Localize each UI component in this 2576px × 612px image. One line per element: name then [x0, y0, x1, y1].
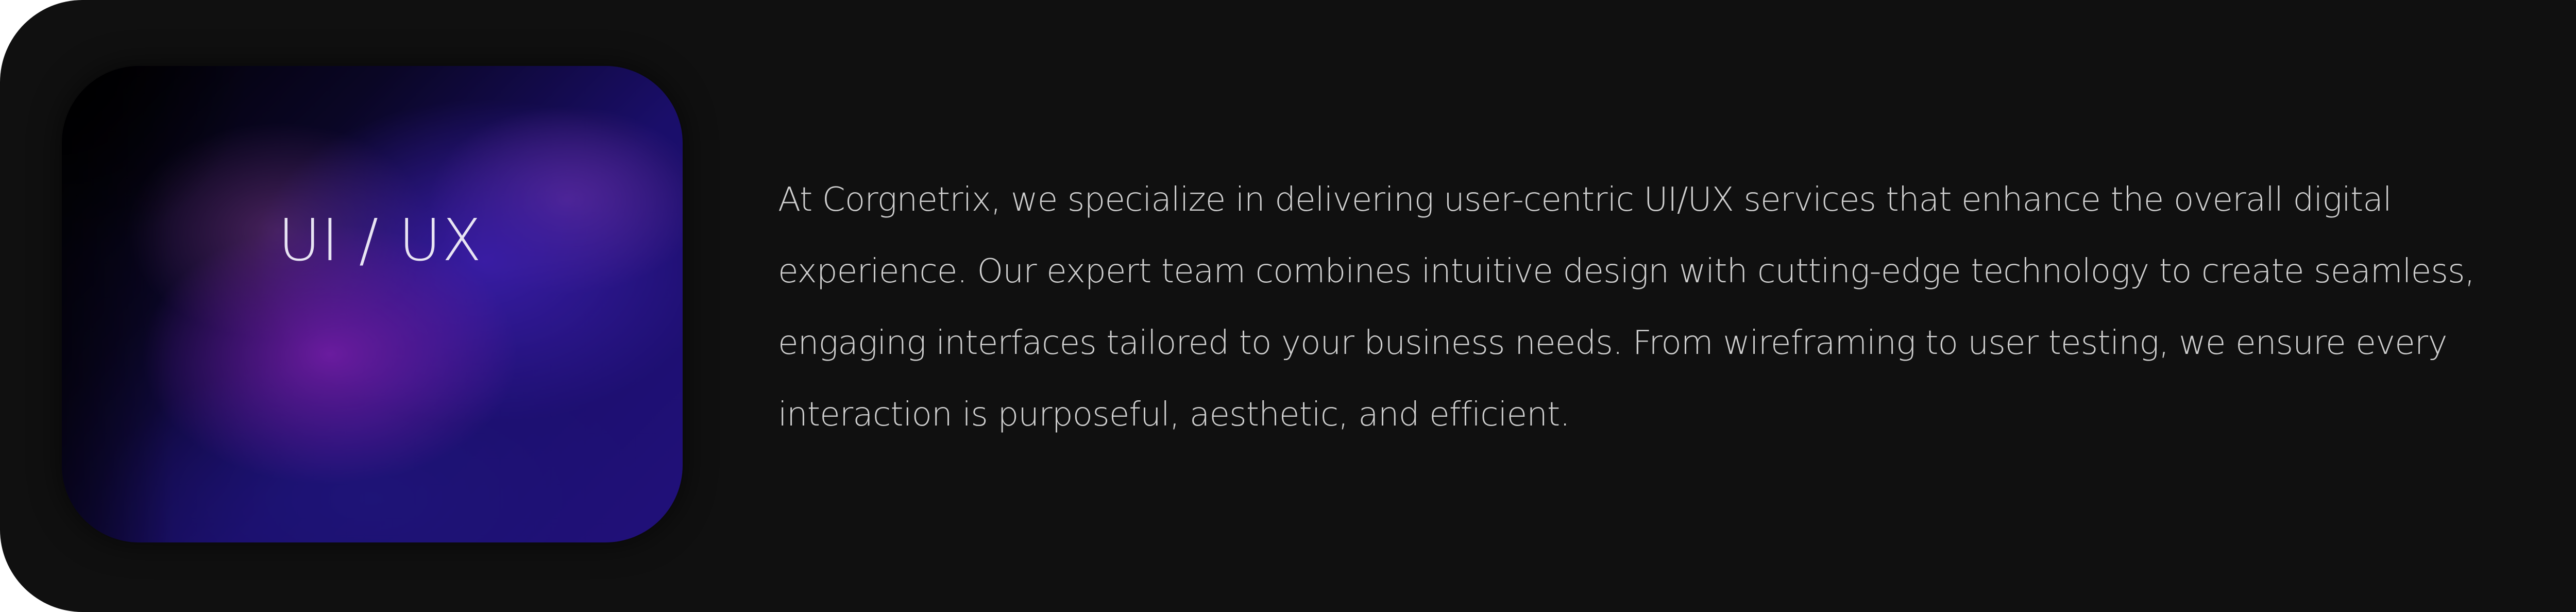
service-image: UI / UX: [62, 66, 683, 542]
service-card: UI / UX At Corgnetrix, we specialize in …: [0, 0, 2576, 612]
service-title: UI / UX: [278, 207, 483, 274]
service-description: At Corgnetrix, we specialize in deliveri…: [778, 180, 2475, 434]
